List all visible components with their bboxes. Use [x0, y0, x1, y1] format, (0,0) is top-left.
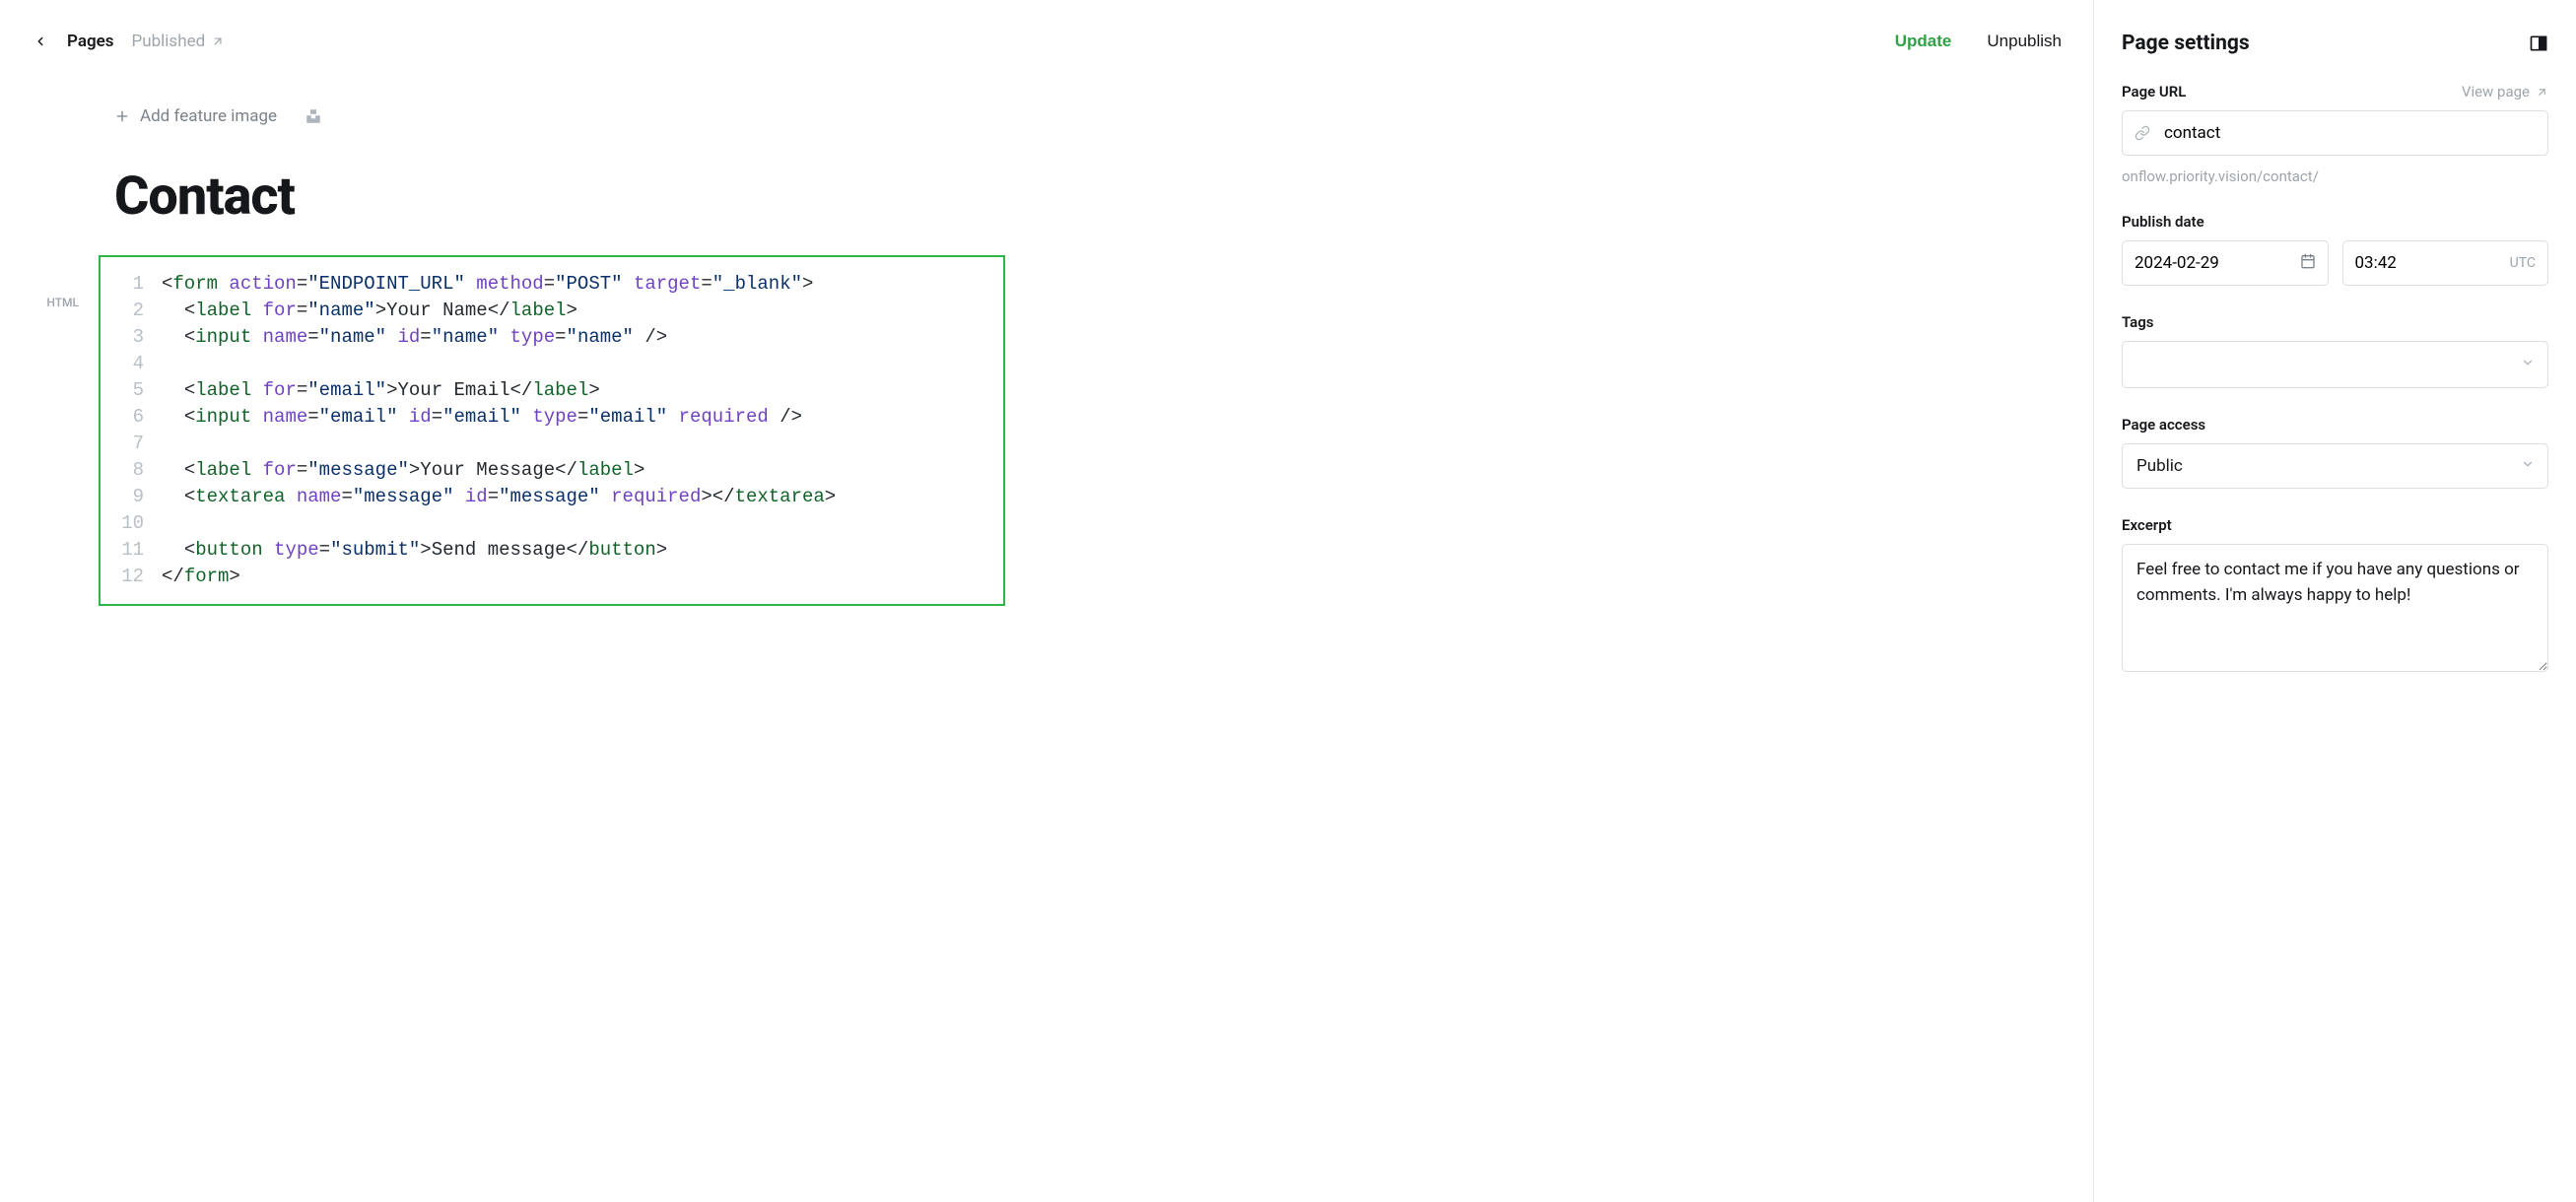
- unsplash-icon[interactable]: [305, 107, 322, 125]
- line-number: 1: [110, 271, 144, 298]
- breadcrumb: Pages Published: [32, 32, 225, 51]
- publish-date-input[interactable]: [2135, 241, 2292, 285]
- publish-date-label: Publish date: [2122, 213, 2548, 231]
- code-line: 12 </form>: [110, 564, 985, 590]
- code-line: 3 <input name="name" id="name" type="nam…: [110, 324, 985, 351]
- code-line: 11 <button type="submit">Send message</b…: [110, 537, 985, 564]
- view-page-link[interactable]: View page: [2462, 83, 2548, 100]
- code-content: <label for="name">Your Name</label>: [162, 298, 577, 324]
- line-number: 8: [110, 457, 144, 484]
- excerpt-label: Excerpt: [2122, 516, 2548, 534]
- add-feature-image-button[interactable]: Add feature image: [114, 106, 277, 126]
- page-url-input-wrap[interactable]: [2122, 110, 2548, 156]
- code-line: 10: [110, 510, 985, 537]
- unpublish-button[interactable]: Unpublish: [1987, 32, 2062, 51]
- breadcrumb-pages-link[interactable]: Pages: [67, 32, 114, 51]
- page-access-field: Page access Public: [2122, 416, 2548, 489]
- code-line: 4: [110, 351, 985, 377]
- main-editor-pane: Pages Published Update Unpublish HTML Ad…: [0, 0, 2093, 1202]
- line-number: 7: [110, 431, 144, 457]
- editor-gutter: HTML: [0, 106, 99, 606]
- line-number: 5: [110, 377, 144, 404]
- code-content: [162, 351, 172, 377]
- html-code-card[interactable]: 1 <form action="ENDPOINT_URL" method="POS…: [99, 255, 1005, 606]
- external-link-icon: [2536, 86, 2548, 99]
- code-content: <input name="name" id="name" type="name"…: [162, 324, 667, 351]
- sidebar-header: Page settings: [2122, 32, 2548, 55]
- line-number: 2: [110, 298, 144, 324]
- topbar: Pages Published Update Unpublish: [0, 0, 2093, 67]
- breadcrumb-status-label: Published: [132, 32, 206, 51]
- excerpt-field: Excerpt: [2122, 516, 2548, 672]
- code-line: 8 <label for="message">Your Message</lab…: [110, 457, 985, 484]
- code-line: 2 <label for="name">Your Name</label>: [110, 298, 985, 324]
- topbar-actions: Update Unpublish: [1895, 32, 2062, 51]
- back-icon[interactable]: [32, 33, 49, 50]
- publish-date-field: Publish date UTC: [2122, 213, 2548, 286]
- excerpt-textarea[interactable]: [2122, 544, 2548, 672]
- editor-content: Add feature image Contact 1 <form action=…: [99, 106, 1005, 606]
- code-content: <label for="message">Your Message</label…: [162, 457, 644, 484]
- calendar-icon: [2292, 253, 2316, 273]
- line-number: 11: [110, 537, 144, 564]
- publish-time-input[interactable]: [2355, 241, 2502, 285]
- page-access-label: Page access: [2122, 416, 2548, 434]
- publish-date-input-wrap[interactable]: [2122, 240, 2329, 286]
- link-icon: [2135, 125, 2156, 141]
- editor-area: HTML Add feature image Contact 1 <form ac…: [0, 67, 2093, 606]
- breadcrumb-published-link[interactable]: Published: [132, 32, 226, 51]
- code-line: 5 <label for="email">Your Email</label>: [110, 377, 985, 404]
- tags-label: Tags: [2122, 313, 2548, 331]
- add-feature-image-label: Add feature image: [140, 106, 277, 126]
- page-access-select[interactable]: Public: [2122, 443, 2548, 489]
- panel-toggle-icon[interactable]: [2529, 33, 2548, 53]
- code-content: <input name="email" id="email" type="ema…: [162, 404, 802, 431]
- page-url-preview: onflow.priority.vision/contact/: [2122, 167, 2548, 185]
- code-line: 6 <input name="email" id="email" type="e…: [110, 404, 985, 431]
- plus-icon: [114, 108, 130, 124]
- page-url-field: Page URL View page onflow.priority.visio…: [2122, 83, 2548, 185]
- code-content: [162, 510, 172, 537]
- line-number: 10: [110, 510, 144, 537]
- line-number: 6: [110, 404, 144, 431]
- tags-field: Tags: [2122, 313, 2548, 388]
- sidebar-title: Page settings: [2122, 32, 2250, 55]
- line-number: 4: [110, 351, 144, 377]
- tags-select[interactable]: [2122, 341, 2548, 388]
- code-content: <form action="ENDPOINT_URL" method="POST…: [162, 271, 813, 298]
- update-button[interactable]: Update: [1895, 32, 1952, 51]
- code-content: <button type="submit">Send message</butt…: [162, 537, 667, 564]
- code-content: <textarea name="message" id="message" re…: [162, 484, 836, 510]
- line-number: 9: [110, 484, 144, 510]
- settings-sidebar: Page settings Page URL View page onflow.…: [2093, 0, 2576, 1202]
- line-number: 12: [110, 564, 144, 590]
- page-url-label: Page URL: [2122, 83, 2186, 100]
- line-number: 3: [110, 324, 144, 351]
- html-card-badge: HTML: [0, 296, 79, 309]
- view-page-label: View page: [2462, 83, 2530, 100]
- code-content: [162, 431, 172, 457]
- code-line: 9 <textarea name="message" id="message" …: [110, 484, 985, 510]
- publish-tz-label: UTC: [2502, 255, 2536, 271]
- feature-image-row: Add feature image: [99, 106, 1005, 126]
- code-content: </form>: [162, 564, 240, 590]
- page-title-input[interactable]: Contact: [99, 166, 1005, 228]
- page-url-input[interactable]: [2156, 111, 2536, 155]
- external-link-icon: [211, 34, 225, 48]
- code-line: 1 <form action="ENDPOINT_URL" method="POS…: [110, 271, 985, 298]
- code-line: 7: [110, 431, 985, 457]
- publish-time-input-wrap[interactable]: UTC: [2342, 240, 2549, 286]
- code-content: <label for="email">Your Email</label>: [162, 377, 600, 404]
